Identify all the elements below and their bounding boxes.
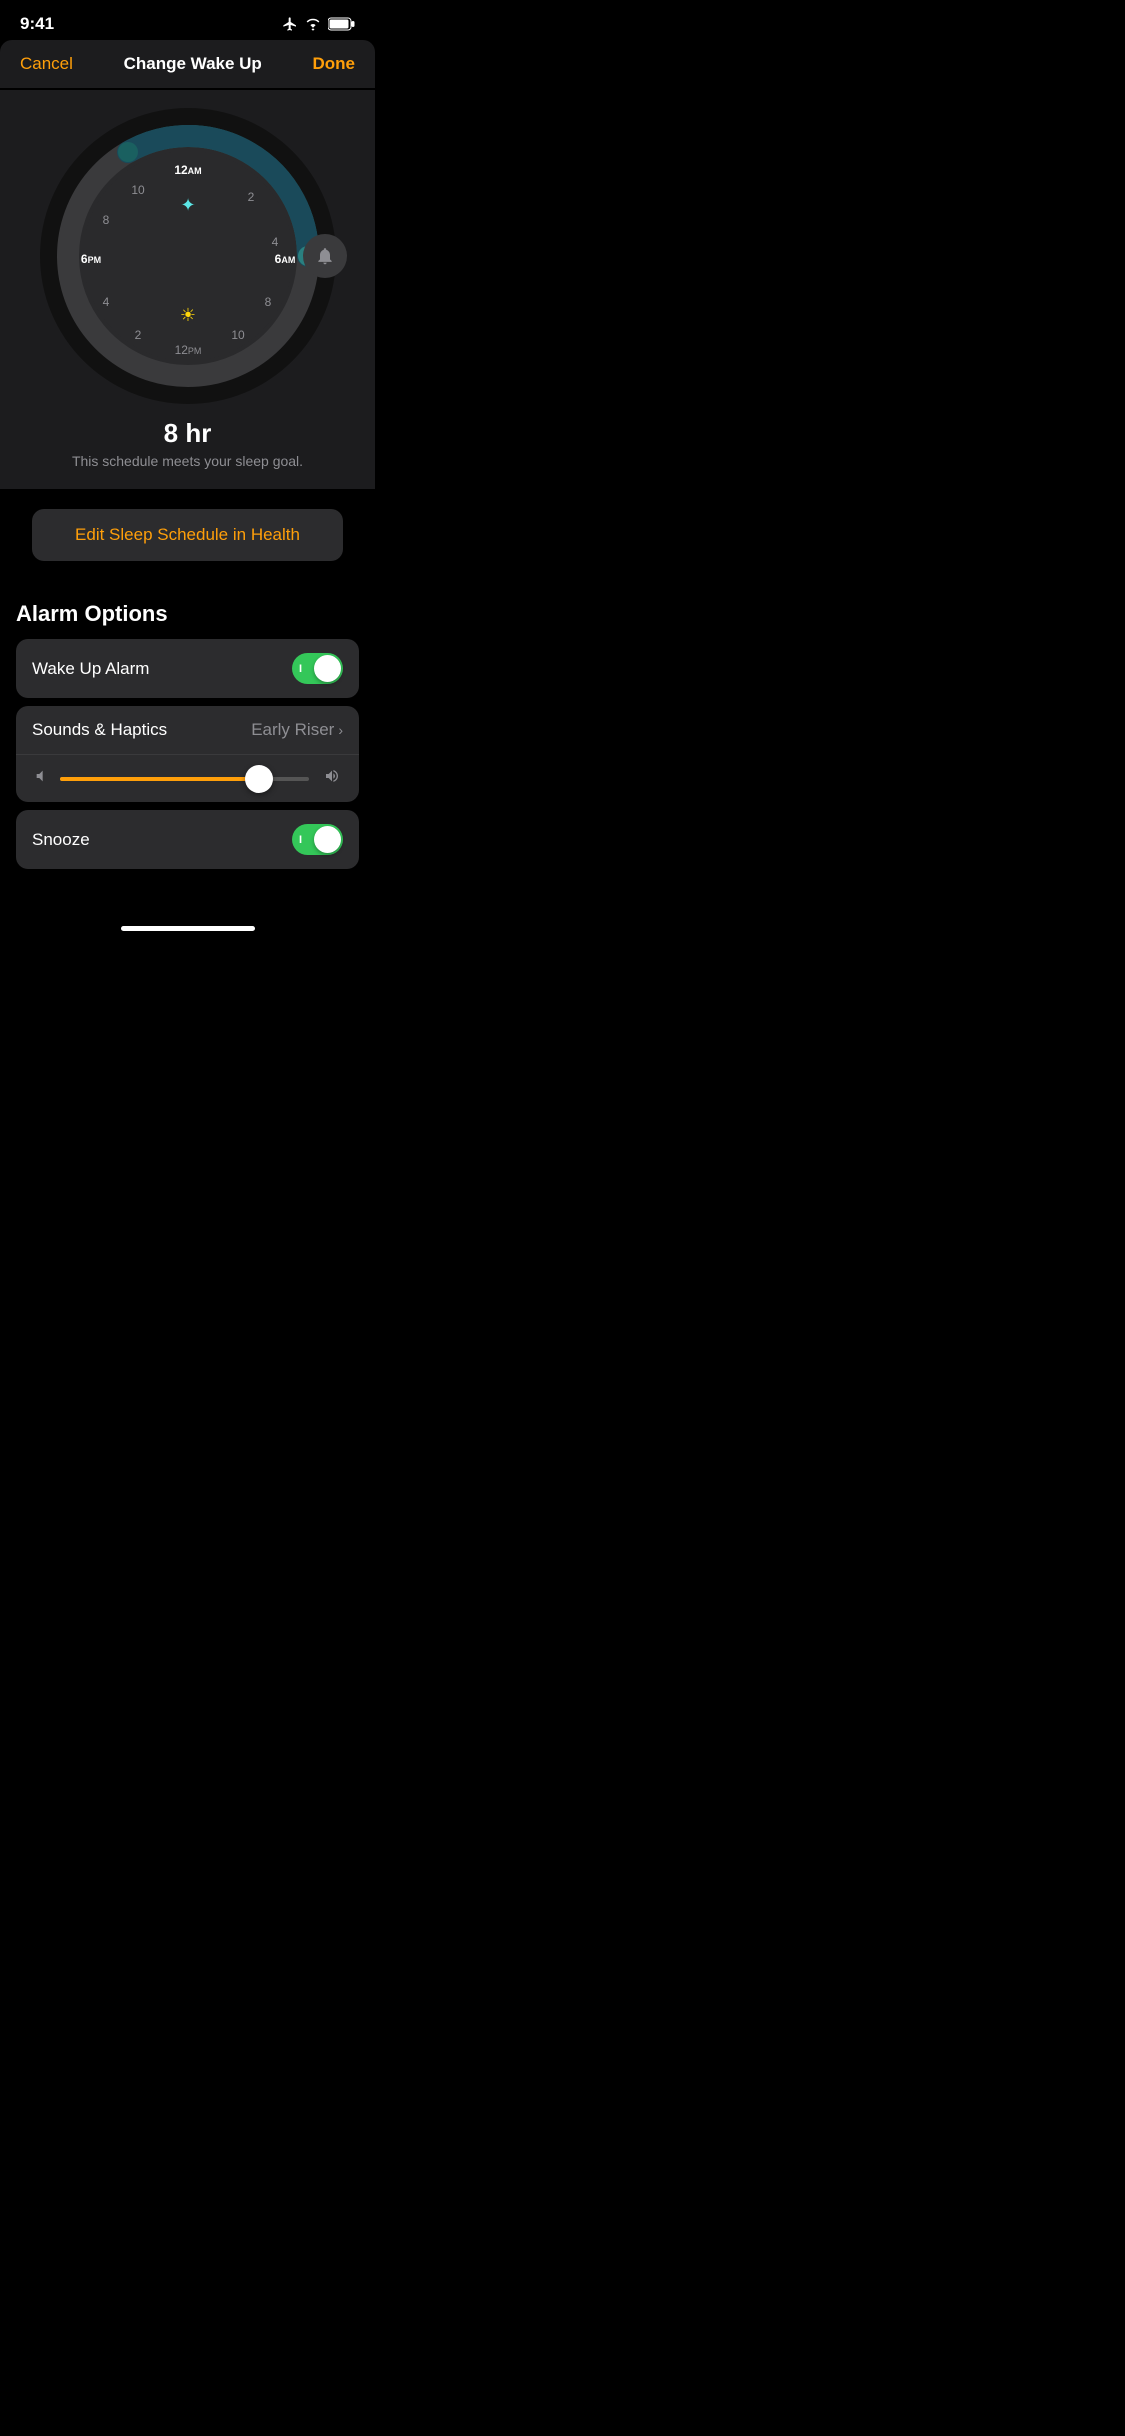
volume-slider-row: [16, 755, 359, 802]
speaker-high-icon: [321, 768, 343, 784]
snooze-toggle[interactable]: [292, 824, 343, 855]
volume-thumb[interactable]: [245, 765, 273, 793]
speaker-low-icon: [32, 768, 48, 784]
label-8-left: 8: [102, 213, 109, 227]
label-2-upper: 2: [247, 190, 254, 204]
status-time: 9:41: [20, 14, 54, 34]
status-icons: [282, 16, 355, 32]
label-12pm: 12PM: [174, 343, 201, 357]
hours-label: 8 hr: [16, 418, 359, 449]
snooze-row: Snooze: [16, 810, 359, 869]
done-button[interactable]: Done: [313, 54, 356, 74]
cancel-button[interactable]: Cancel: [20, 54, 73, 74]
sounds-haptics-label: Sounds & Haptics: [32, 720, 167, 740]
home-bar: [121, 926, 255, 931]
snooze-label: Snooze: [32, 830, 90, 850]
clock-svg[interactable]: generate ticks: [38, 106, 338, 406]
edit-sleep-schedule-button[interactable]: Edit Sleep Schedule in Health: [32, 509, 343, 561]
label-2-lower: 2: [134, 328, 141, 342]
volume-track[interactable]: [60, 777, 309, 781]
home-indicator: [0, 905, 375, 939]
status-bar: 9:41: [0, 0, 375, 40]
wake-up-alarm-row: Wake Up Alarm: [16, 639, 359, 698]
label-12am: 12AM: [174, 163, 201, 177]
toggle-thumb: [314, 655, 341, 682]
sounds-haptics-top[interactable]: Sounds & Haptics Early Riser ›: [16, 706, 359, 755]
label-8-right: 8: [264, 295, 271, 309]
sounds-haptics-value: Early Riser: [251, 720, 334, 740]
alarm-options-title: Alarm Options: [16, 601, 359, 627]
wake-up-alarm-label: Wake Up Alarm: [32, 659, 149, 679]
label-4-left: 4: [102, 295, 109, 309]
label-10-lower: 10: [231, 328, 245, 342]
label-6pm: 6PM: [80, 252, 100, 266]
sun-icon: ☀: [179, 305, 195, 325]
wifi-icon: [304, 17, 322, 31]
volume-low-icon: [32, 768, 48, 789]
volume-fill: [60, 777, 259, 781]
clock-hours-display: 8 hr This schedule meets your sleep goal…: [16, 418, 359, 469]
battery-icon: [328, 17, 355, 31]
nav-bar: Cancel Change Wake Up Done: [0, 40, 375, 88]
clock-card: generate ticks: [0, 90, 375, 489]
chevron-right-icon: ›: [338, 722, 343, 738]
sleep-star-icon-colored: ✦: [180, 195, 195, 215]
nav-title: Change Wake Up: [124, 54, 262, 74]
airplane-icon: [282, 16, 298, 32]
sleep-goal-text: This schedule meets your sleep goal.: [16, 453, 359, 469]
volume-high-icon: [321, 767, 343, 790]
label-10-upper: 10: [131, 183, 145, 197]
snooze-toggle-thumb: [314, 826, 341, 853]
clock-container: generate ticks: [16, 106, 359, 406]
wake-up-alarm-toggle[interactable]: [292, 653, 343, 684]
label-4-right: 4: [271, 235, 278, 249]
alarm-options-section: Alarm Options Wake Up Alarm Sounds & Hap…: [16, 581, 359, 885]
bell-icon: [315, 246, 335, 266]
label-6am: 6AM: [274, 252, 295, 266]
sounds-haptics-value-container: Early Riser ›: [251, 720, 343, 740]
bell-button[interactable]: [303, 234, 347, 278]
bedtime-handle[interactable]: [118, 142, 138, 162]
sounds-haptics-row[interactable]: Sounds & Haptics Early Riser ›: [16, 706, 359, 802]
edit-sleep-label: Edit Sleep Schedule in Health: [75, 525, 300, 544]
